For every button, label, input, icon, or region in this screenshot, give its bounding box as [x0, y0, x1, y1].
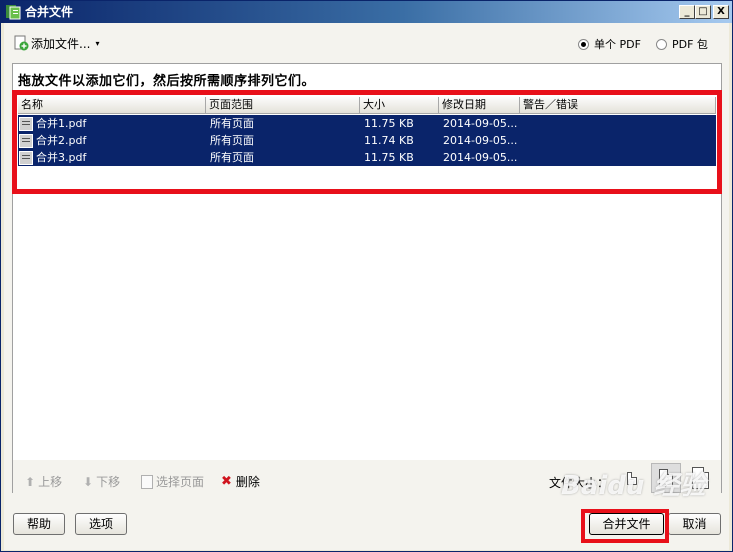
- warning-cell: [520, 149, 716, 166]
- cancel-button[interactable]: 取消: [668, 513, 721, 535]
- warning-cell: [520, 132, 716, 149]
- single-pdf-label: 单个 PDF: [594, 38, 641, 51]
- thumbnail-size-medium-button[interactable]: [651, 463, 681, 493]
- modified-cell: 2014-09-05...: [443, 151, 518, 164]
- pdf-package-option[interactable]: PDF 包: [656, 36, 708, 52]
- modified-cell: 2014-09-05...: [443, 134, 518, 147]
- pdf-package-radio[interactable]: [656, 38, 667, 50]
- maximize-button[interactable]: □: [695, 5, 711, 19]
- delete-icon: ✖: [221, 474, 232, 489]
- dialog-body: 添加文件... ▾ 单个 PDF PDF 包 拖放文件以添加它们，然后按所需顺序…: [4, 23, 729, 550]
- column-header-size[interactable]: 大小: [360, 97, 439, 114]
- instruction-text: 拖放文件以添加它们，然后按所需顺序排列它们。: [18, 74, 316, 89]
- window-title: 合并文件: [25, 5, 74, 19]
- chevron-down-icon: ▾: [95, 38, 100, 48]
- files-panel: 拖放文件以添加它们，然后按所需顺序排列它们。 名称 页面范围 大小 修改日期 警…: [12, 63, 722, 493]
- file-list[interactable]: 名称 页面范围 大小 修改日期 警告／错误 合并1.pdf 所有页面 11.75…: [18, 97, 716, 229]
- single-pdf-radio[interactable]: [578, 38, 589, 50]
- arrow-down-icon: ⬇: [83, 474, 94, 489]
- page-range-cell: 所有页面: [210, 117, 254, 130]
- move-up-button[interactable]: ⬆ 上移: [25, 473, 62, 490]
- move-down-button[interactable]: ⬇ 下移: [83, 473, 120, 490]
- modified-cell: 2014-09-05...: [443, 117, 518, 130]
- close-button[interactable]: X: [713, 5, 729, 19]
- small-page-icon: [627, 471, 637, 485]
- size-cell: 11.75 KB: [364, 151, 414, 164]
- table-body: 合并1.pdf 所有页面 11.75 KB 2014-09-05... 合并2.…: [18, 115, 716, 166]
- thumbnail-size-large-button[interactable]: [685, 463, 715, 493]
- table-row[interactable]: 合并2.pdf 所有页面 11.74 KB 2014-09-05...: [18, 132, 716, 149]
- page-range-cell: 所有页面: [210, 134, 254, 147]
- single-pdf-option[interactable]: 单个 PDF: [578, 36, 641, 52]
- app-icon: [6, 5, 21, 20]
- column-header-name[interactable]: 名称: [18, 97, 206, 114]
- delete-label: 删除: [235, 475, 260, 489]
- combine-files-button[interactable]: 合并文件: [589, 513, 664, 535]
- move-down-label: 下移: [96, 475, 121, 489]
- column-header-modified[interactable]: 修改日期: [439, 97, 520, 114]
- table-row[interactable]: 合并3.pdf 所有页面 11.75 KB 2014-09-05...: [18, 149, 716, 166]
- add-files-button[interactable]: 添加文件... ▾: [13, 34, 99, 52]
- table-header: 名称 页面范围 大小 修改日期 警告／错误: [18, 97, 716, 114]
- large-page-icon: [691, 467, 709, 489]
- select-pages-button[interactable]: 选择页面: [141, 473, 204, 490]
- page-icon: [141, 474, 153, 489]
- pdf-file-icon: [19, 116, 33, 131]
- pdf-file-icon: [19, 133, 33, 148]
- combine-files-window: 合并文件 _ □ X 添加文件... ▾ 单个 PDF PDF 包 拖放文件以添…: [0, 0, 733, 552]
- move-up-label: 上移: [38, 475, 63, 489]
- minimize-button[interactable]: _: [679, 5, 695, 19]
- file-name: 合并1.pdf: [36, 117, 87, 130]
- file-name-cell: 合并1.pdf: [18, 115, 206, 132]
- table-row[interactable]: 合并1.pdf 所有页面 11.75 KB 2014-09-05...: [18, 115, 716, 132]
- thumbnail-size-small-button[interactable]: [617, 463, 647, 493]
- options-button[interactable]: 选项: [75, 513, 127, 535]
- column-header-page-range[interactable]: 页面范围: [206, 97, 360, 114]
- pdf-package-label: PDF 包: [672, 38, 708, 51]
- size-cell: 11.75 KB: [364, 117, 414, 130]
- file-name: 合并3.pdf: [36, 151, 87, 164]
- size-cell: 11.74 KB: [364, 134, 414, 147]
- title-bar[interactable]: 合并文件 _ □ X: [1, 1, 732, 23]
- page-range-cell: 所有页面: [210, 151, 254, 164]
- file-name-cell: 合并2.pdf: [18, 132, 206, 149]
- add-files-label: 添加文件...: [31, 36, 91, 51]
- help-button[interactable]: 帮助: [13, 513, 65, 535]
- select-pages-label: 选择页面: [156, 475, 205, 489]
- pdf-file-icon: [19, 150, 33, 165]
- file-name-cell: 合并3.pdf: [18, 149, 206, 166]
- medium-page-icon: [659, 469, 673, 487]
- list-actions-toolbar: ⬆ 上移 ⬇ 下移 选择页面 ✖ 删除 文件大小：: [13, 460, 721, 500]
- file-size-label: 文件大小：: [549, 476, 610, 490]
- file-name: 合并2.pdf: [36, 134, 87, 147]
- add-file-icon: [14, 35, 29, 51]
- column-header-warnings[interactable]: 警告／错误: [520, 97, 716, 114]
- warning-cell: [520, 115, 716, 132]
- delete-button[interactable]: ✖ 删除: [221, 473, 260, 490]
- arrow-up-icon: ⬆: [25, 474, 36, 489]
